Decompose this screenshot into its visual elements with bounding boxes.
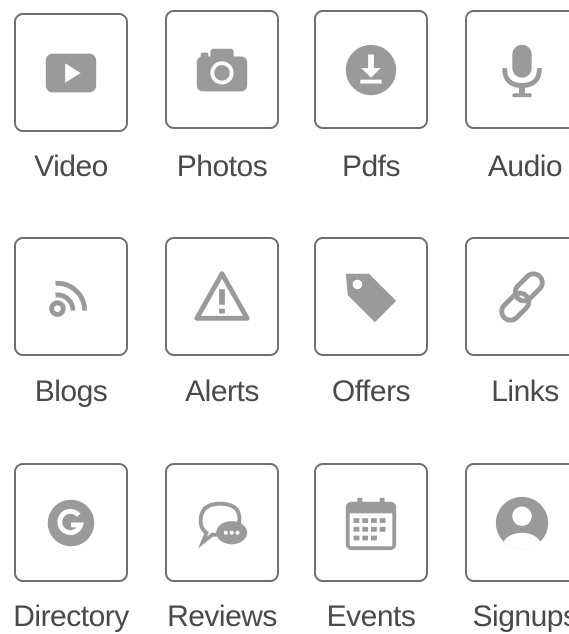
- tile-reviews[interactable]: [165, 463, 279, 582]
- tile-audio[interactable]: [465, 10, 569, 129]
- tile-photos-label: Photos: [176, 150, 268, 183]
- tile-video[interactable]: [14, 13, 128, 132]
- chain-link-icon: [491, 266, 553, 328]
- google-g-icon: [40, 492, 102, 554]
- tile-links[interactable]: [465, 237, 569, 356]
- tile-directory[interactable]: [14, 463, 128, 582]
- tile-pdfs[interactable]: [314, 10, 428, 129]
- chat-bubbles-icon: [191, 492, 253, 554]
- tile-signups-label: Signups: [472, 600, 569, 633]
- tile-reviews-label: Reviews: [167, 600, 277, 633]
- tile-offers-label: Offers: [331, 375, 411, 408]
- tile-alerts[interactable]: [165, 237, 279, 356]
- tile-audio-label: Audio: [487, 150, 563, 183]
- rss-feed-icon: [40, 266, 102, 328]
- tile-links-label: Links: [491, 375, 559, 408]
- microphone-icon: [491, 39, 553, 101]
- tile-pdfs-label: Pdfs: [341, 150, 401, 183]
- tile-signups[interactable]: [465, 463, 569, 582]
- calendar-icon: [340, 492, 402, 554]
- tile-offers[interactable]: [314, 237, 428, 356]
- tile-blogs[interactable]: [14, 237, 128, 356]
- tile-blogs-label: Blogs: [34, 375, 108, 408]
- tile-directory-label: Directory: [13, 600, 129, 633]
- tile-video-label: Video: [34, 150, 108, 183]
- price-tag-icon: [340, 266, 402, 328]
- tile-alerts-label: Alerts: [185, 375, 259, 408]
- warning-triangle-icon: [191, 266, 253, 328]
- tile-events-label: Events: [326, 600, 416, 633]
- tile-events[interactable]: [314, 463, 428, 582]
- video-play-icon: [40, 42, 102, 104]
- tile-photos[interactable]: [165, 10, 279, 129]
- user-avatar-icon: [491, 492, 553, 554]
- download-icon: [340, 39, 402, 101]
- camera-icon: [191, 39, 253, 101]
